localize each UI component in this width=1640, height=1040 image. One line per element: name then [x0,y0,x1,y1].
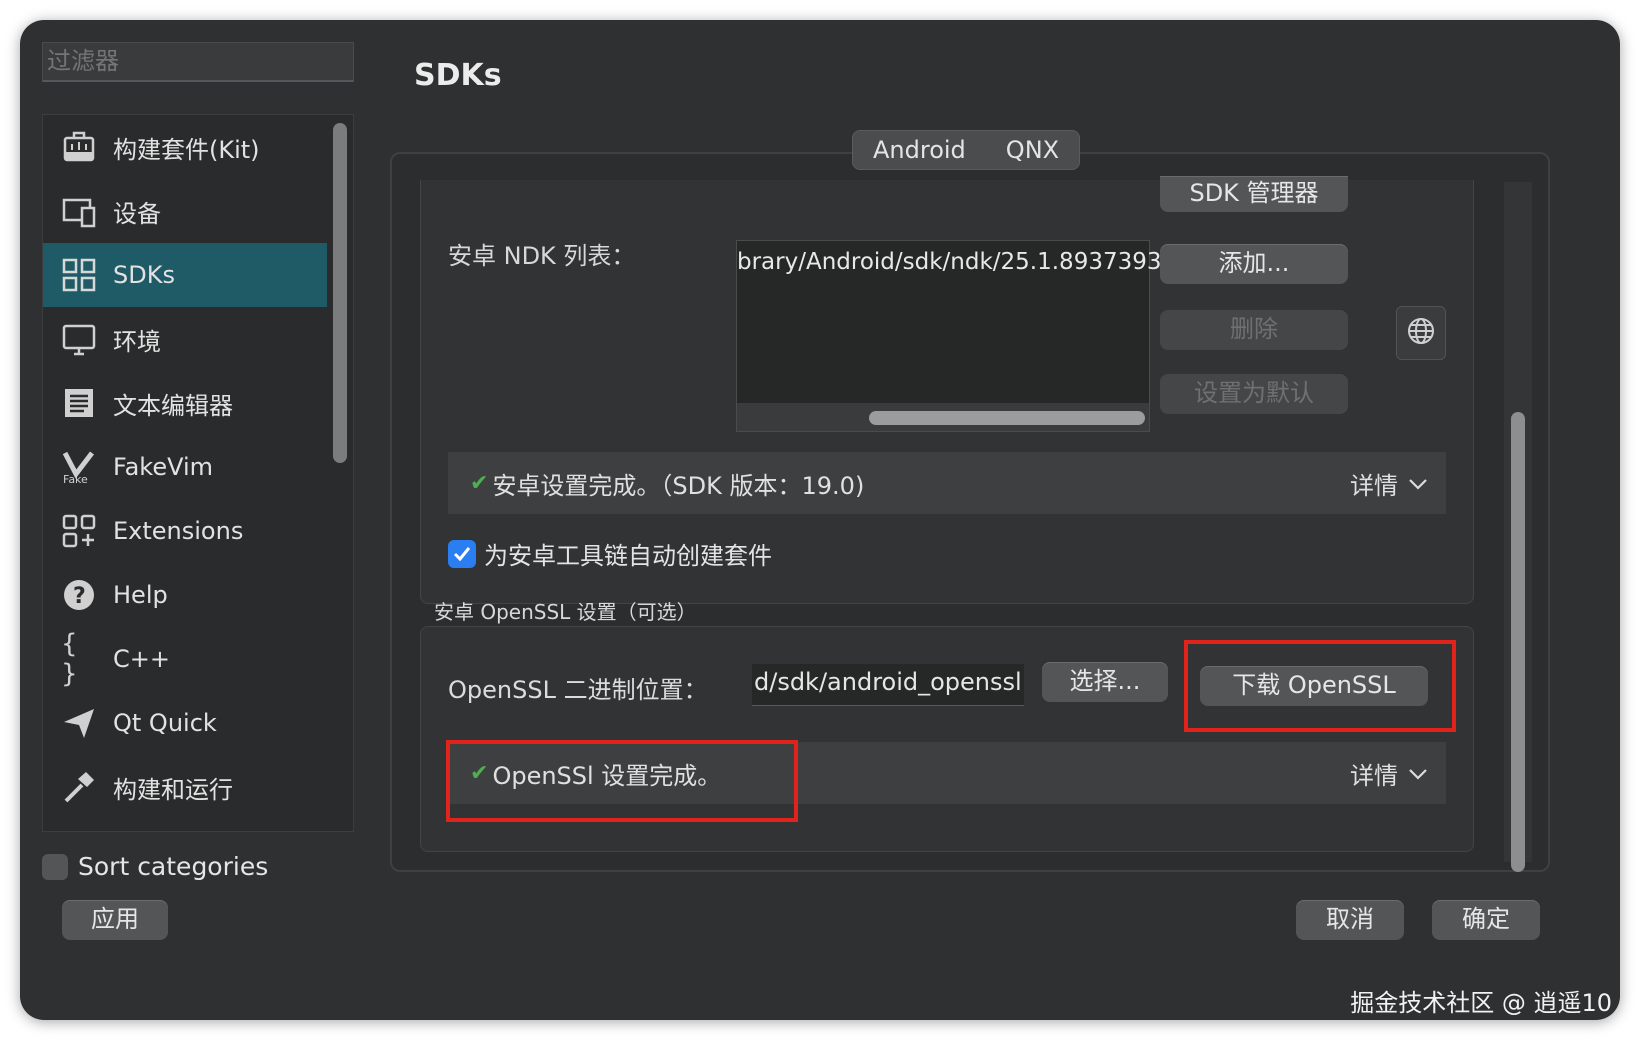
ndk-horizontal-scrollbar[interactable] [737,403,1149,431]
check-icon: ✔ [470,470,489,496]
ok-button[interactable]: 确定 [1432,900,1540,940]
sidebar-item-text-editor[interactable]: 文本编辑器 [43,371,327,435]
android-status-text: 安卓设置完成。（SDK 版本：19.0) [492,471,865,500]
sidebar-item-cpp[interactable]: { } C++ [43,627,327,691]
hammer-icon [61,769,97,805]
sidebar-scrollbar[interactable] [333,123,347,463]
braces-icon: { } [61,629,78,689]
details-label: 详情 [1350,761,1398,790]
auto-create-kits-row[interactable]: 为安卓工具链自动创建套件 [448,536,772,571]
delete-ndk-button[interactable]: 删除 [1160,310,1348,350]
svg-text:Fake: Fake [63,473,88,484]
page-title: SDKs [414,58,502,93]
sidebar-item-label: 环境 [113,327,161,356]
sidebar-item-help[interactable]: ? Help [43,563,327,627]
tab-qnx[interactable]: QNX [986,131,1079,169]
fakevim-icon: Fake [61,449,97,485]
sidebar-item-build-run[interactable]: 构建和运行 [43,755,327,819]
scroll-thumb[interactable] [1511,412,1525,872]
apply-button[interactable]: 应用 [62,900,168,940]
grid-icon [61,257,97,293]
android-details-toggle[interactable]: 详情 [1350,466,1428,501]
openssl-section-title: 安卓 OpenSSL 设置（可选） [434,600,697,624]
sidebar-item-label: 构建和运行 [113,775,233,804]
sidebar-item-label: FakeVim [113,453,214,481]
sdk-tabs: Android QNX [852,130,1081,170]
sidebar-item-label: 文本编辑器 [113,391,233,420]
ndk-list-item[interactable]: brary/Android/sdk/ndk/25.1.8937393 [737,249,1162,275]
sidebar-item-label: Qt Quick [113,709,217,737]
sort-label: Sort categories [78,852,269,881]
watermark: 掘金技术社区 @ 逍遥10 [1350,989,1612,1017]
auto-kit-checkbox[interactable] [448,539,476,568]
sidebar: 构建套件(Kit) 设备 SDKs 环境 文本编辑器 Fake FakeVim … [42,114,354,832]
sidebar-item-extensions[interactable]: Extensions [43,499,327,563]
status-highlight-box [446,740,798,822]
filter-input[interactable] [42,42,354,82]
ndk-list-label: 安卓 NDK 列表： [448,242,636,270]
text-editor-icon [61,385,97,421]
set-default-button[interactable]: 设置为默认 [1160,374,1348,414]
ndk-list[interactable]: brary/Android/sdk/ndk/25.1.8937393 [736,240,1162,432]
sidebar-item-fakevim[interactable]: Fake FakeVim [43,435,327,499]
kit-icon [61,129,97,165]
android-status-bar: ✔ 安卓设置完成。（SDK 版本：19.0) 详情 [448,452,1446,514]
monitor-icon [61,321,97,357]
auto-kit-label: 为安卓工具链自动创建套件 [484,542,772,570]
openssl-location-label: OpenSSL 二进制位置： [448,676,708,704]
sidebar-item-sdks[interactable]: SDKs [43,243,327,307]
sidebar-item-label: Help [113,581,168,609]
panel-vertical-scrollbar[interactable] [1504,182,1532,872]
openssl-details-toggle[interactable]: 详情 [1350,756,1428,791]
sort-checkbox[interactable] [42,853,68,880]
chevron-down-icon [1408,759,1428,787]
openssl-location-field[interactable]: d/sdk/android_openssl [752,664,1024,706]
add-ndk-button[interactable]: 添加... [1160,244,1348,284]
sidebar-item-label: 构建套件(Kit) [113,135,260,164]
scroll-thumb[interactable] [869,411,1145,425]
sidebar-item-qt-quick[interactable]: Qt Quick [43,691,327,755]
sdk-manager-button[interactable]: SDK 管理器 [1160,176,1348,212]
extensions-icon [61,513,97,549]
sidebar-item-label: C++ [113,645,170,673]
device-icon [61,193,97,229]
tab-android[interactable]: Android [853,131,986,169]
globe-icon [1407,317,1435,349]
help-icon: ? [61,577,97,613]
details-label: 详情 [1350,471,1398,500]
sidebar-item-kits[interactable]: 构建套件(Kit) [43,115,327,179]
download-highlight-box [1184,640,1456,732]
cancel-button[interactable]: 取消 [1296,900,1404,940]
chevron-down-icon [1408,469,1428,497]
svg-text:?: ? [73,584,86,609]
sidebar-item-label: Extensions [113,517,244,545]
sidebar-item-label: 设备 [113,199,161,228]
sidebar-item-label: SDKs [113,261,175,289]
sidebar-item-environment[interactable]: 环境 [43,307,327,371]
sidebar-item-devices[interactable]: 设备 [43,179,327,243]
qtquick-icon [61,705,97,741]
choose-openssl-button[interactable]: 选择... [1042,662,1168,702]
sort-categories[interactable]: Sort categories [42,852,268,881]
ndk-download-button[interactable] [1396,306,1446,360]
